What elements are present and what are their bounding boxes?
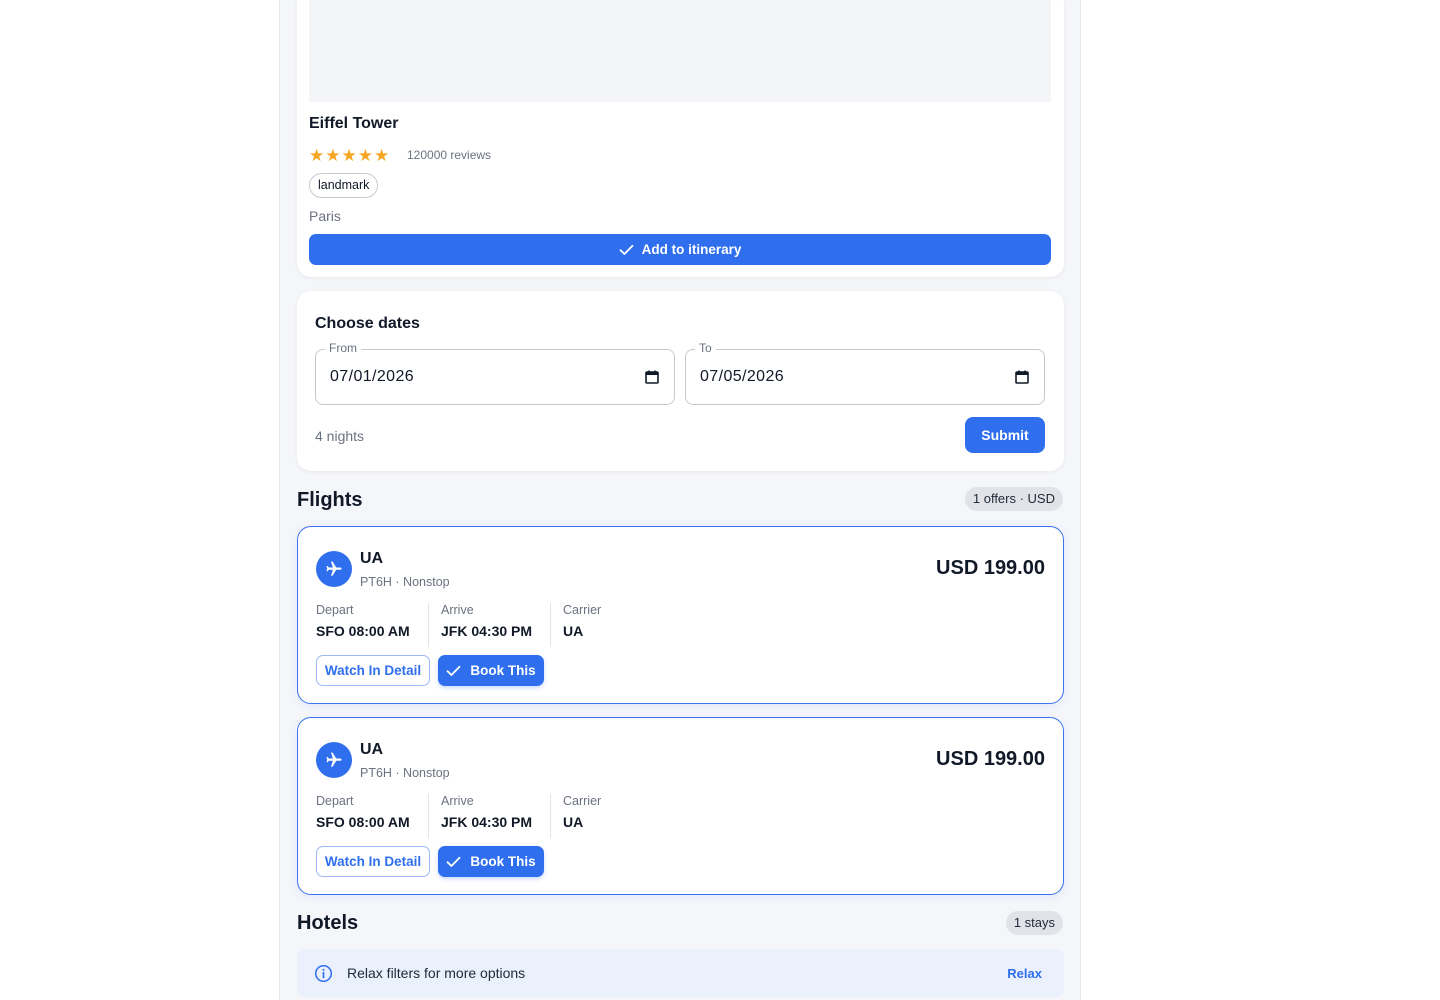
flight-card: UA PT6H · Nonstop USD 199.00 Depart SFO … bbox=[297, 717, 1064, 895]
book-this-label: Book This bbox=[470, 663, 536, 678]
depart-info: Depart SFO 08:00 AM bbox=[316, 794, 428, 838]
info-icon bbox=[314, 964, 333, 983]
carrier-info: Carrier UA bbox=[550, 794, 630, 838]
star-icon: ★ bbox=[309, 146, 325, 165]
arrive-label: Arrive bbox=[441, 794, 474, 808]
flight-price: USD 199.00 bbox=[936, 557, 1045, 579]
plane-icon bbox=[316, 742, 352, 778]
carrier-value: UA bbox=[563, 623, 584, 639]
depart-label: Depart bbox=[316, 794, 354, 808]
attraction-image bbox=[309, 0, 1051, 102]
notice-text: Relax filters for more options bbox=[347, 965, 526, 981]
dates-title: Choose dates bbox=[315, 315, 420, 332]
star-icon: ★ bbox=[374, 146, 390, 165]
hotels-stays-badge: 1 stays bbox=[1005, 911, 1063, 935]
check-icon bbox=[446, 665, 461, 676]
review-count: 120000 reviews bbox=[407, 148, 492, 162]
rating-stars: ★ ★ ★ ★ ★ bbox=[309, 147, 389, 165]
star-icon: ★ bbox=[357, 146, 373, 165]
flight-card: UA PT6H · Nonstop USD 199.00 Depart SFO … bbox=[297, 526, 1064, 704]
dates-card: Choose dates From 07/01/2026 To 07/05/20… bbox=[297, 291, 1064, 471]
airline-name: UA bbox=[360, 550, 384, 567]
nights-count: 4 nights bbox=[315, 428, 365, 444]
hotels-heading: Hotels bbox=[297, 912, 359, 934]
arrive-value: JFK 04:30 PM bbox=[441, 623, 533, 639]
depart-value: SFO 08:00 AM bbox=[316, 814, 410, 830]
from-date-input[interactable]: From 07/01/2026 bbox=[315, 341, 675, 405]
airline-name: UA bbox=[360, 741, 384, 758]
depart-label: Depart bbox=[316, 603, 354, 617]
watch-in-detail-button[interactable]: Watch In Detail bbox=[316, 846, 430, 877]
book-this-button[interactable]: Book This bbox=[438, 846, 544, 877]
main-column: Eiffel Tower ★ ★ ★ ★ ★ 120000 reviews la… bbox=[279, 0, 1081, 1000]
arrive-info: Arrive JFK 04:30 PM bbox=[428, 794, 550, 838]
submit-button[interactable]: Submit bbox=[965, 417, 1045, 453]
to-date-input[interactable]: To 07/05/2026 bbox=[685, 341, 1045, 405]
attraction-title: Eiffel Tower bbox=[309, 115, 399, 132]
add-to-itinerary-label: Add to itinerary bbox=[641, 242, 742, 257]
attraction-city: Paris bbox=[309, 208, 341, 224]
from-date-value: 07/01/2026 bbox=[330, 368, 415, 385]
relax-filters-notice: Relax filters for more options Relax bbox=[297, 949, 1064, 997]
arrive-label: Arrive bbox=[441, 603, 474, 617]
arrive-info: Arrive JFK 04:30 PM bbox=[428, 603, 550, 647]
check-icon bbox=[619, 244, 634, 255]
star-icon: ★ bbox=[325, 146, 341, 165]
star-icon: ★ bbox=[341, 146, 357, 165]
arrive-value: JFK 04:30 PM bbox=[441, 814, 533, 830]
depart-info: Depart SFO 08:00 AM bbox=[316, 603, 428, 647]
watch-in-detail-button[interactable]: Watch In Detail bbox=[316, 655, 430, 686]
calendar-icon[interactable] bbox=[644, 369, 660, 385]
carrier-info: Carrier UA bbox=[550, 603, 630, 647]
book-this-label: Book This bbox=[470, 854, 536, 869]
flight-duration-stops: PT6H · Nonstop bbox=[360, 575, 450, 589]
flight-duration-stops: PT6H · Nonstop bbox=[360, 766, 450, 780]
book-this-button[interactable]: Book This bbox=[438, 655, 544, 686]
category-tag: landmark bbox=[309, 173, 379, 198]
carrier-label: Carrier bbox=[563, 794, 602, 808]
flights-offers-badge: 1 offers · USD bbox=[964, 487, 1063, 511]
calendar-icon[interactable] bbox=[1014, 369, 1030, 385]
to-date-label: To bbox=[695, 341, 716, 355]
relax-button[interactable]: Relax bbox=[1007, 966, 1042, 981]
plane-icon bbox=[316, 551, 352, 587]
attraction-card: Eiffel Tower ★ ★ ★ ★ ★ 120000 reviews la… bbox=[297, 0, 1064, 277]
check-icon bbox=[446, 856, 461, 867]
depart-value: SFO 08:00 AM bbox=[316, 623, 410, 639]
flight-price: USD 199.00 bbox=[936, 748, 1045, 770]
from-date-label: From bbox=[325, 341, 361, 355]
flights-heading: Flights bbox=[297, 489, 363, 511]
carrier-value: UA bbox=[563, 814, 584, 830]
add-to-itinerary-button[interactable]: Add to itinerary bbox=[309, 234, 1051, 265]
to-date-value: 07/05/2026 bbox=[700, 368, 785, 385]
carrier-label: Carrier bbox=[563, 603, 602, 617]
